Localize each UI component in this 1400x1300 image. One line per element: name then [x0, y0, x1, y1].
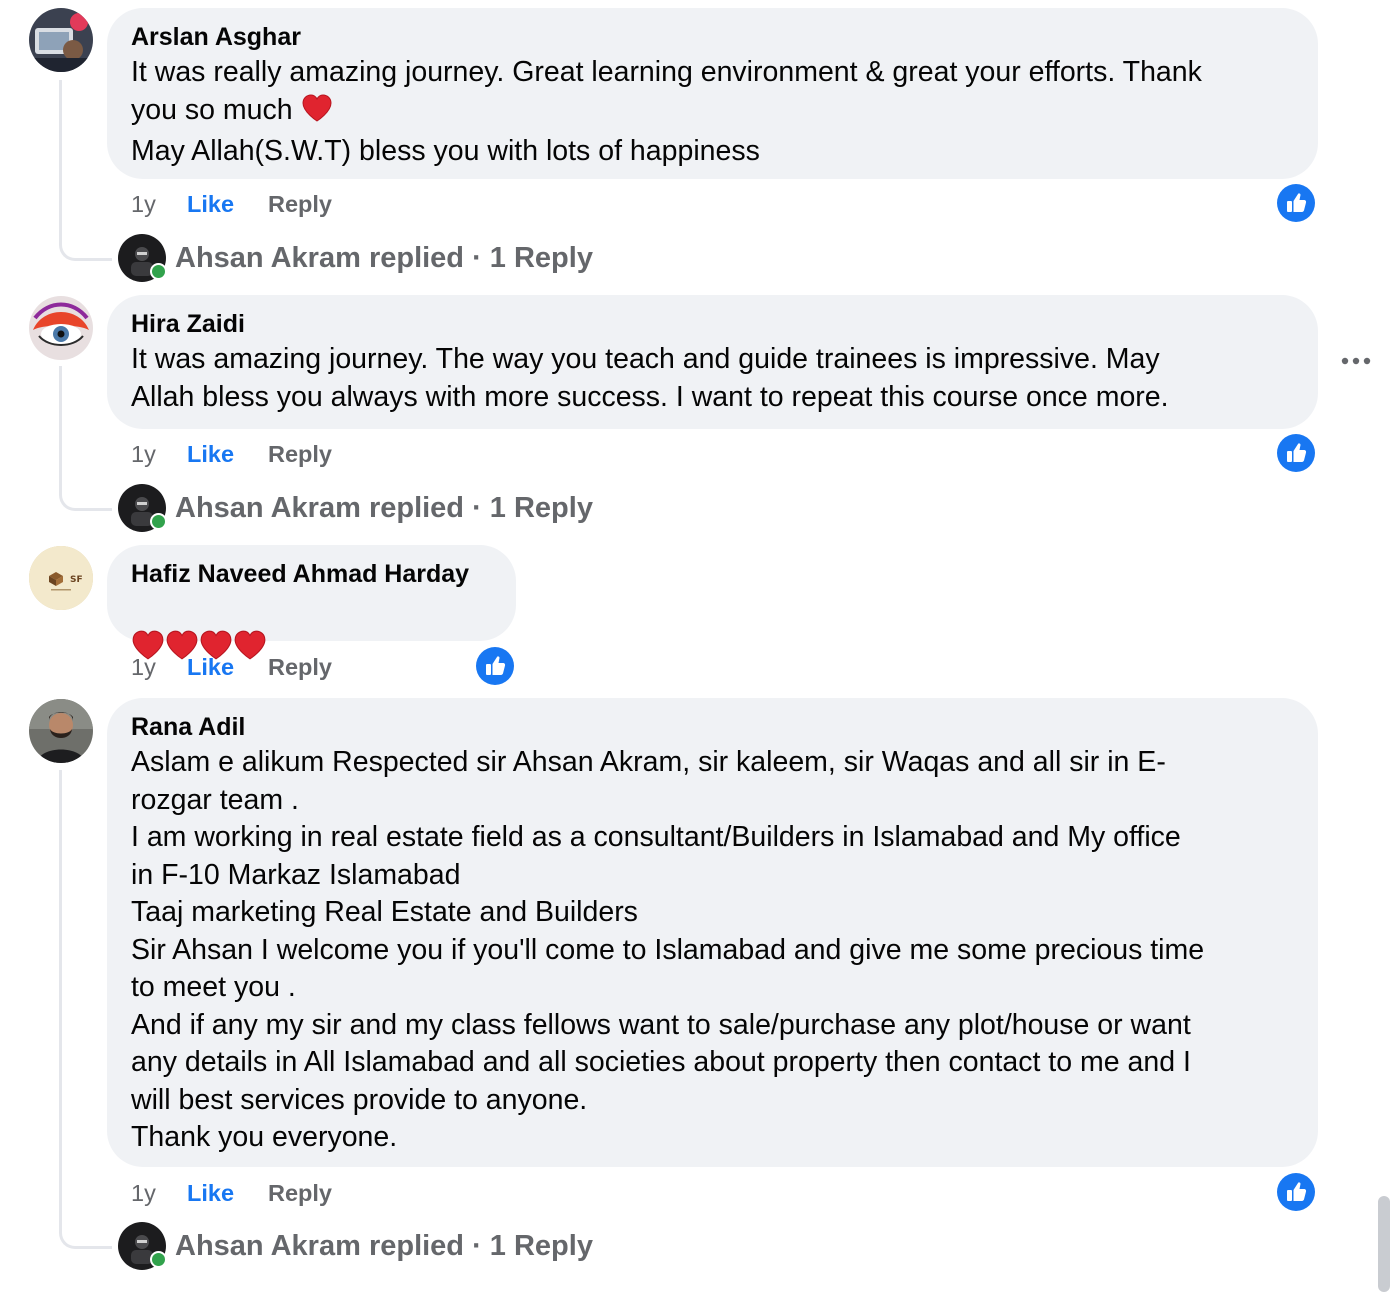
comment-author[interactable]: Hafiz Naveed Ahmad Harday: [131, 557, 492, 591]
like-button[interactable]: Like: [187, 439, 234, 469]
red-heart-icon: [301, 93, 333, 134]
like-button[interactable]: Like: [187, 1178, 234, 1208]
comment-thread: Arslan Asghar It was really amazing jour…: [0, 0, 1400, 1300]
comment-bubble: Rana Adil Aslam e alikum Respected sir A…: [107, 698, 1318, 1167]
scrollbar-thumb[interactable]: [1378, 1196, 1390, 1292]
replies-summary[interactable]: Ahsan Akram replied · 1 Reply: [175, 490, 593, 526]
online-dot: [150, 263, 167, 280]
comment-author[interactable]: Arslan Asghar: [131, 20, 1294, 54]
comment-time[interactable]: 1y: [131, 652, 156, 682]
comment-text: It was really amazing journey. Great lea…: [131, 54, 1294, 171]
comment-time[interactable]: 1y: [131, 439, 156, 469]
avatar-logo-text: SF: [70, 575, 83, 585]
comment-bubble: Arslan Asghar It was really amazing jour…: [107, 8, 1318, 179]
thumbs-up-icon: [1287, 193, 1307, 212]
comment-bubble: Hafiz Naveed Ahmad Harday: [107, 545, 516, 659]
online-dot: [150, 1251, 167, 1268]
comment-text-tail: May Allah(S.W.T) bless you with lots of …: [131, 135, 760, 167]
comment-text: It was amazing journey. The way you teac…: [131, 343, 1169, 413]
avatar-hira-zaidi[interactable]: [29, 296, 93, 360]
comment-time[interactable]: 1y: [131, 1178, 156, 1208]
reply-button[interactable]: Reply: [268, 652, 332, 682]
online-dot: [150, 513, 167, 530]
like-reaction-badge[interactable]: [1277, 1173, 1315, 1211]
like-button[interactable]: Like: [187, 189, 234, 219]
thumbs-up-icon: [1287, 1182, 1307, 1201]
more-options-icon[interactable]: [1340, 352, 1372, 370]
like-reaction-badge[interactable]: [476, 647, 514, 685]
reply-button[interactable]: Reply: [268, 439, 332, 469]
thumbs-up-icon: [486, 656, 506, 675]
replies-summary[interactable]: Ahsan Akram replied · 1 Reply: [175, 240, 593, 276]
like-button[interactable]: Like: [187, 652, 234, 682]
comment-time[interactable]: 1y: [131, 189, 156, 219]
comment-author[interactable]: Rana Adil: [131, 710, 1294, 744]
thumbs-up-icon: [1287, 443, 1307, 462]
replies-summary[interactable]: Ahsan Akram replied · 1 Reply: [175, 1228, 593, 1264]
comment-text: Aslam e alikum Respected sir Ahsan Akram…: [131, 746, 1205, 1153]
avatar-arslan-asghar[interactable]: [29, 8, 93, 72]
thread-line: [59, 80, 112, 261]
like-reaction-badge[interactable]: [1277, 184, 1315, 222]
reply-button[interactable]: Reply: [268, 1178, 332, 1208]
red-heart-icon: [233, 629, 267, 672]
avatar-hafiz-naveed[interactable]: SF: [29, 546, 93, 610]
thread-line: [59, 770, 112, 1249]
comment-text-main: It was really amazing journey. Great lea…: [131, 56, 1202, 126]
comment-author[interactable]: Hira Zaidi: [131, 307, 1294, 341]
avatar-rana-adil[interactable]: [29, 699, 93, 763]
comment-emojis: [131, 591, 492, 659]
thread-line: [59, 366, 112, 511]
like-reaction-badge[interactable]: [1277, 434, 1315, 472]
comment-bubble: Hira Zaidi It was amazing journey. The w…: [107, 295, 1318, 429]
reply-button[interactable]: Reply: [268, 189, 332, 219]
